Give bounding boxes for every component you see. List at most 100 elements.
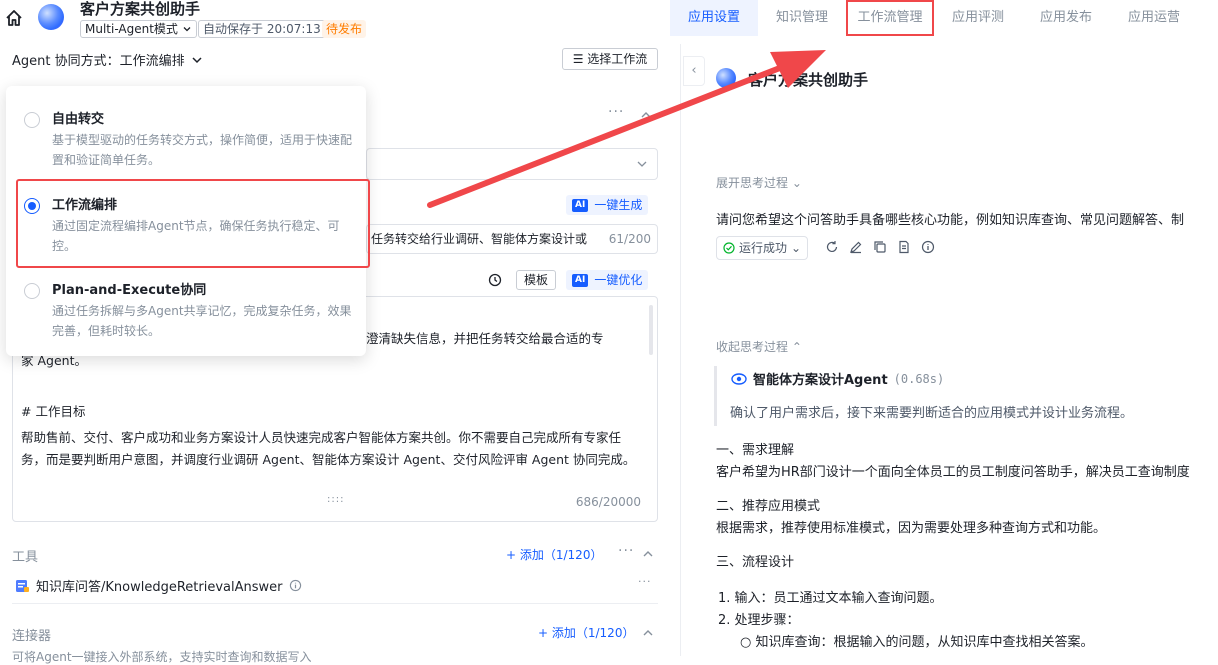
publish-status-badge: 待发布 xyxy=(322,20,367,38)
agent-name: 智能体方案设计Agent xyxy=(753,373,888,388)
run-status-badge[interactable]: 运行成功 ⌄ xyxy=(716,236,809,260)
chevron-down-icon xyxy=(192,56,202,63)
history-icon[interactable] xyxy=(488,273,502,287)
tab-operations[interactable]: 应用运营 xyxy=(1110,0,1198,36)
agent-description-value: 任务转交给行业调研、智能体方案设计或 xyxy=(371,232,588,246)
ai-badge-icon: AI xyxy=(572,198,589,212)
option-title: 自由转交 xyxy=(52,112,105,127)
collapse-thinking-label: 收起思考过程 xyxy=(716,340,789,354)
highlight-box xyxy=(16,179,370,268)
radio-button[interactable] xyxy=(24,283,40,299)
prompt-line: 帮助售前、交付、客户成功和业务方案设计人员快速完成客户智能体方案共创。你不需要自… xyxy=(21,430,622,445)
tab-app-settings[interactable]: 应用设置 xyxy=(670,0,758,36)
list-item: 2. 处理步骤： xyxy=(718,613,800,628)
knowledge-tool-icon xyxy=(16,579,29,592)
assistant-message: 请问您希望这个问答助手具备哪些核心功能，例如知识库查询、常见问题解答、制 xyxy=(716,213,1185,228)
sliders-icon: ☰ xyxy=(572,52,588,66)
scrollbar[interactable] xyxy=(649,305,653,355)
document-icon[interactable] xyxy=(897,240,911,254)
app-title: 客户方案共创助手 xyxy=(80,0,201,18)
regenerate-icon[interactable] xyxy=(825,240,839,254)
mode-select[interactable]: Multi-Agent模式 xyxy=(80,20,197,38)
connector-description: 可将Agent一键接入外部系统，支持实时查询和数据写入 xyxy=(12,650,312,664)
bullet-text: 知识库查询：根据输入的问题，从知识库中查找相关答案。 xyxy=(755,635,1094,650)
prompt-line: 务，而是要判断用户意图，并调度行业调研 Agent、智能体方案设计 Agent、… xyxy=(21,452,636,467)
more-icon[interactable]: ··· xyxy=(618,543,634,559)
chevron-up-icon[interactable] xyxy=(642,549,654,557)
prompt-line: 求、澄清缺失信息，并把任务转交给最合适的专 xyxy=(341,331,604,346)
model-select[interactable] xyxy=(366,148,658,180)
tool-item[interactable]: 知识库问答/KnowledgeRetrievalAnswer xyxy=(14,576,302,595)
edit-icon[interactable] xyxy=(849,240,863,254)
add-connector-button[interactable]: + 添加（1/120） xyxy=(538,624,634,641)
ai-generate-button[interactable]: AI 一键生成 xyxy=(566,195,649,215)
mode-select-label: Multi-Agent模式 xyxy=(85,22,178,36)
home-icon[interactable] xyxy=(4,8,24,28)
preview-logo xyxy=(716,68,736,88)
info-icon[interactable] xyxy=(289,579,302,592)
section-text: 根据需求，推荐使用标准模式，因为需要处理多种查询方式和功能。 xyxy=(716,521,1107,536)
section-heading: 三、流程设计 xyxy=(716,555,795,570)
info-icon[interactable] xyxy=(921,240,935,254)
connector-section-title: 连接器 xyxy=(12,629,52,644)
robot-icon xyxy=(731,372,747,385)
tab-evaluation[interactable]: 应用评测 xyxy=(934,0,1022,36)
coop-mode-label: Agent 协同方式：工作流编排 xyxy=(12,54,185,69)
coop-mode-select[interactable]: Agent 协同方式：工作流编排 xyxy=(12,50,203,69)
agent-duration: (0.68s) xyxy=(893,371,945,386)
thinking-quote-bar xyxy=(714,366,717,426)
run-status-label: 运行成功 xyxy=(739,241,788,255)
ai-optimize-label: 一键优化 xyxy=(594,273,643,287)
agent-thought: 确认了用户需求后，接下来需要判断适合的应用模式并设计业务流程。 xyxy=(730,406,1134,421)
prompt-heading: # 工作目标 xyxy=(21,404,86,419)
tab-publish[interactable]: 应用发布 xyxy=(1022,0,1110,36)
section-heading: 二、推荐应用模式 xyxy=(716,499,821,514)
description-char-count: 61/200 xyxy=(606,225,651,253)
collapse-panel-button[interactable]: ‹ xyxy=(683,56,705,86)
copy-icon[interactable] xyxy=(873,240,887,254)
choose-workflow-button[interactable]: ☰ 选择工作流 xyxy=(562,48,658,70)
list-item: 1. 输入：员工通过文本输入查询问题。 xyxy=(718,591,943,606)
tab-workflow[interactable]: 工作流管理 xyxy=(846,0,934,36)
radio-button[interactable] xyxy=(24,112,40,128)
resize-grip-icon[interactable]: :::: xyxy=(327,489,344,511)
tab-knowledge[interactable]: 知识管理 xyxy=(758,0,846,36)
option-desc: 通过任务拆解与多Agent共享记忆，完成复杂任务，效果完善，但耗时较长。 xyxy=(52,304,352,338)
chevron-up-icon[interactable] xyxy=(642,628,654,636)
more-icon[interactable]: ··· xyxy=(608,104,624,120)
chevron-down-icon: ⌄ xyxy=(791,176,802,190)
section-text: 客户希望为HR部门设计一个面向全体员工的员工制度问答助手，解决员工查询制度 xyxy=(716,465,1190,480)
app-logo xyxy=(38,4,64,30)
more-icon[interactable]: ··· xyxy=(638,575,652,588)
option-desc: 基于模型驱动的任务转交方式，操作简便，适用于快速配置和验证简单任务。 xyxy=(52,133,353,167)
section-heading: 一、需求理解 xyxy=(716,443,795,458)
agent-description-input[interactable]: 任务转交给行业调研、智能体方案设计或 61/200 xyxy=(366,224,658,254)
chevron-down-icon: ⌄ xyxy=(791,241,802,255)
top-bar: 客户方案共创助手 Multi-Agent模式 自动保存于 20:07:13 待发… xyxy=(0,0,1218,40)
ai-badge-icon: AI xyxy=(572,273,589,287)
choose-workflow-label: 选择工作流 xyxy=(587,52,648,66)
divider xyxy=(12,603,658,604)
tool-name: 知识库问答/KnowledgeRetrievalAnswer xyxy=(36,580,283,595)
chevron-down-icon xyxy=(183,27,191,32)
main-tabs: 应用设置 知识管理 工作流管理 应用评测 应用发布 应用运营 xyxy=(670,0,1198,36)
add-tool-button[interactable]: + 添加（1/120） xyxy=(506,546,602,563)
agent-step-header: 智能体方案设计Agent (0.68s) xyxy=(731,369,944,388)
ai-generate-label: 一键生成 xyxy=(594,198,643,212)
prompt-char-count: 686/20000 xyxy=(575,495,641,509)
template-button[interactable]: 模板 xyxy=(516,270,556,290)
collapse-thinking-toggle[interactable]: 收起思考过程 ⌃ xyxy=(716,338,802,355)
check-circle-icon xyxy=(723,242,735,254)
option-title: Plan-and-Execute协同 xyxy=(52,283,207,298)
expand-thinking-label: 展开思考过程 xyxy=(716,176,789,190)
autosave-status: 自动保存于 20:07:13 xyxy=(198,20,326,38)
preview-title: 客户方案共创助手 xyxy=(748,71,869,89)
tools-section-title: 工具 xyxy=(12,550,39,565)
message-actions xyxy=(825,240,935,254)
chevron-down-icon xyxy=(637,161,647,167)
chevron-up-icon[interactable] xyxy=(640,110,652,118)
expand-thinking-toggle[interactable]: 展开思考过程 ⌄ xyxy=(716,174,802,191)
chevron-up-icon: ⌃ xyxy=(791,340,802,354)
ai-optimize-button[interactable]: AI 一键优化 xyxy=(566,270,649,290)
list-item: ○ 知识库查询：根据输入的问题，从知识库中查找相关答案。 xyxy=(740,635,1094,650)
